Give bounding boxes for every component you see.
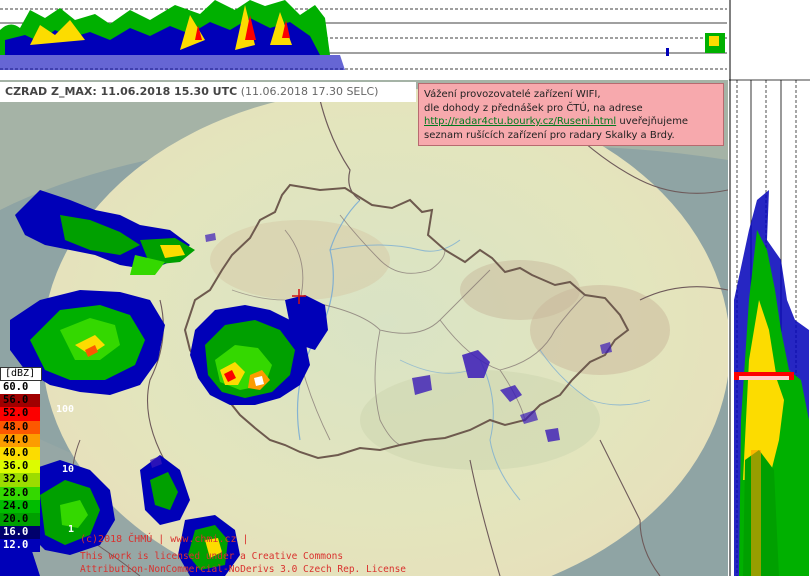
notice-line-2: dle dohody z přednášek pro ČTÚ, na adres… <box>424 102 643 114</box>
copyright-line-2: This work is licensed under a Creative C… <box>80 551 344 562</box>
range-label-10: 10 <box>62 464 75 475</box>
legend-level: 44.0 <box>0 433 40 447</box>
notice-line-1: Vážení provozovatelé zařízení WIFI, <box>424 89 601 100</box>
notice-after-link: uveřejňujeme <box>616 116 689 127</box>
notice-line-4: seznam rušících zařízení pro radary Skal… <box>424 129 675 141</box>
legend-level: 32.0 <box>0 473 40 487</box>
range-label-1: 1 <box>68 524 75 535</box>
legend-level: 24.0 <box>0 499 40 513</box>
map-header: CZRAD Z_MAX: 11.06.2018 15.30 UTC (11.06… <box>0 82 416 102</box>
legend-level: 56.0 <box>0 394 40 408</box>
local-time: (11.06.2018 17.30 SELC) <box>240 85 379 98</box>
range-label-100: 100 <box>56 404 75 415</box>
notice-line-3: http://radar4ctu.bourky.cz/Ruseni.html u… <box>424 115 718 129</box>
wifi-notice: Vážení provozovatelé zařízení WIFI, dle … <box>418 83 724 146</box>
legend-level: 52.0 <box>0 407 40 421</box>
product-title: CZRAD Z_MAX: 11.06.2018 15.30 UTC <box>5 85 238 98</box>
legend-level: 60.0 <box>0 381 40 395</box>
side-cross-section-plot <box>729 0 810 576</box>
radar-map[interactable]: 100 10 1 <box>0 80 728 576</box>
legend-level: 16.0 <box>0 526 40 540</box>
dbz-legend: [dBZ] 60.0 56.0 52.0 48.0 44.0 40.0 36.0 32.0 28… <box>0 367 46 553</box>
side-cross-section <box>729 0 810 576</box>
legend-level: 12.0 <box>0 539 40 553</box>
notice-link[interactable]: http://radar4ctu.bourky.cz/Ruseni.html <box>424 116 616 127</box>
legend-unit: [dBZ] <box>0 367 42 381</box>
legend-level: 20.0 <box>0 512 40 527</box>
legend-level: 36.0 <box>0 460 40 474</box>
legend-level: 48.0 <box>0 420 40 434</box>
legend-level: 40.0 <box>0 446 40 461</box>
radar-map-svg <box>0 80 728 576</box>
legend-levels: 60.0 56.0 52.0 48.0 44.0 40.0 36.0 32.0 28.0 24.0… <box>0 381 46 553</box>
top-cross-section <box>0 0 727 80</box>
copyright-line-3: Attribution-NonCommercial-NoDerivs 3.0 C… <box>80 564 407 575</box>
legend-level: 28.0 <box>0 486 40 500</box>
copyright-line-1: (c)2018 ČHMÚ | www.chmi.cz | <box>80 534 249 545</box>
top-cross-section-plot <box>0 0 727 70</box>
